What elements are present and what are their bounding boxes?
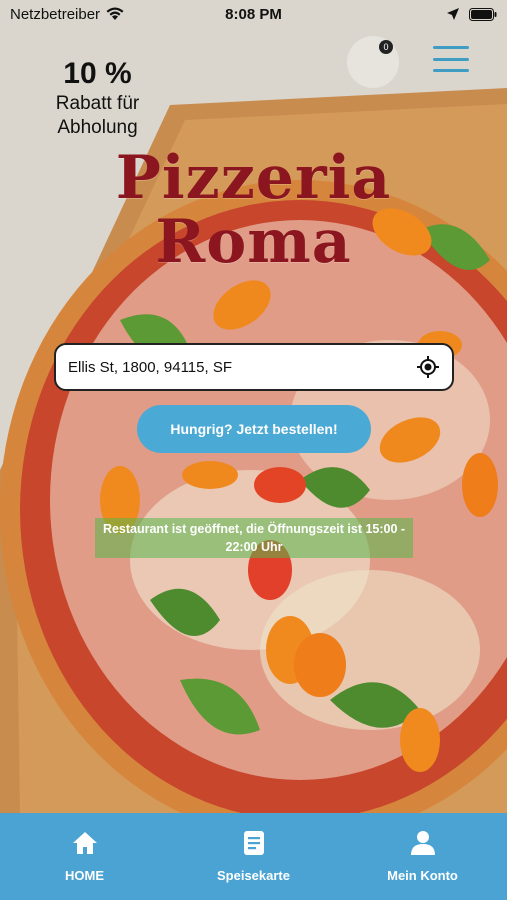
location-arrow-icon: [447, 8, 459, 20]
battery-icon: [469, 7, 497, 21]
brand-line-2: Roma: [155, 207, 352, 277]
discount-percent: 10 %: [63, 57, 132, 90]
home-icon: [72, 832, 97, 854]
wifi-icon: [106, 7, 124, 20]
status-bar: Netzbetreiber 8:08 PM: [0, 0, 507, 28]
pickup-discount: 10 % Rabatt für Abholung: [40, 56, 155, 140]
order-now-button[interactable]: Hungrig? Jetzt bestellen!: [137, 405, 371, 453]
locate-icon[interactable]: [416, 355, 440, 379]
brand-line-1: Pizzeria: [115, 143, 392, 213]
nav-home[interactable]: HOME: [25, 830, 145, 883]
bottom-navigation: HOME Speisekarte Mein Konto: [0, 813, 507, 900]
nav-account[interactable]: Mein Konto: [363, 830, 483, 883]
address-input[interactable]: [68, 358, 416, 376]
carrier-label: Netzbetreiber: [10, 5, 101, 23]
hamburger-menu-icon[interactable]: [433, 46, 469, 72]
opening-hours-banner: Restaurant ist geöffnet, die Öffnungszei…: [95, 518, 413, 558]
menu-bar-line: [433, 69, 469, 72]
cart-button[interactable]: 0: [347, 36, 399, 88]
menu-bar-line: [433, 57, 469, 61]
menu-card-icon: [243, 831, 264, 855]
user-icon: [410, 831, 435, 855]
nav-home-label: HOME: [65, 868, 104, 883]
menu-bar-line: [433, 46, 469, 49]
nav-menu-card[interactable]: Speisekarte: [194, 830, 314, 883]
cart-count-badge: 0: [379, 40, 393, 54]
address-field[interactable]: [54, 343, 454, 391]
status-right: [447, 7, 497, 21]
nav-menu-card-label: Speisekarte: [217, 868, 290, 883]
nav-account-label: Mein Konto: [387, 868, 458, 883]
discount-text: Rabatt für Abholung: [55, 93, 140, 138]
brand-title: Pizzeria Roma: [0, 146, 507, 274]
status-left: Netzbetreiber: [10, 6, 124, 23]
